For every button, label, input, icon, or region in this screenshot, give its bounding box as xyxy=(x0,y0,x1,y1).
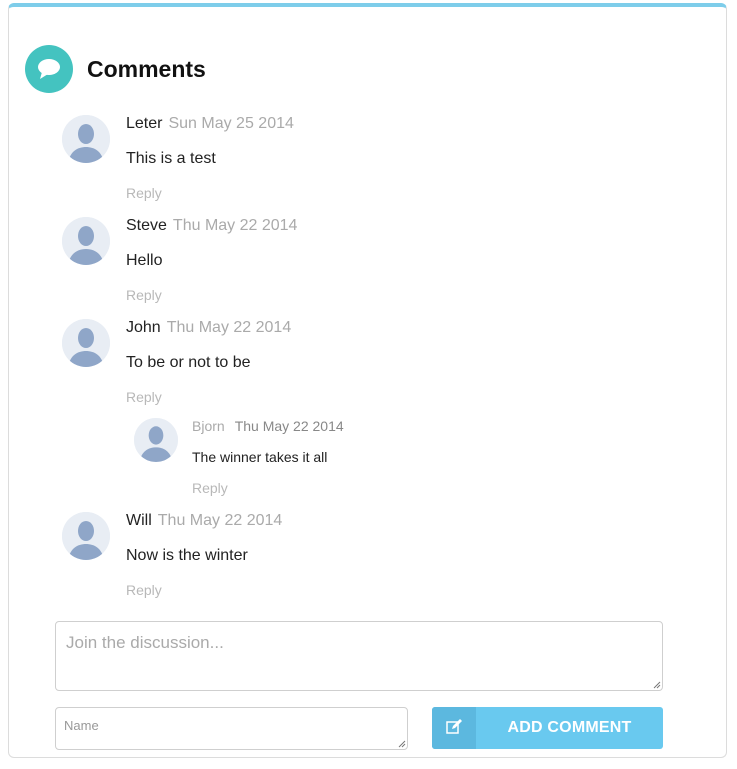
avatar xyxy=(62,217,110,265)
page-title: Comments xyxy=(87,56,206,82)
avatar xyxy=(62,512,110,560)
avatar xyxy=(62,319,110,367)
comment-header: Bjorn Thu May 22 2014 xyxy=(192,418,344,434)
comment-author: Bjorn xyxy=(192,418,225,434)
comment-textarea[interactable] xyxy=(55,621,663,691)
comment-header: John Thu May 22 2014 xyxy=(126,319,291,337)
comment-text: The winner takes it all xyxy=(192,449,328,465)
comments-panel: Comments Leter Sun May 25 2014 This is a … xyxy=(8,3,727,758)
reply-link[interactable]: Reply xyxy=(126,389,162,405)
edit-icon xyxy=(432,707,476,749)
user-silhouette-icon xyxy=(134,418,178,462)
comment-text: Hello xyxy=(126,252,163,269)
comment-author: John xyxy=(126,319,161,336)
reply-link[interactable]: Reply xyxy=(192,480,228,496)
avatar xyxy=(62,115,110,163)
reply-link[interactable]: Reply xyxy=(126,185,162,201)
comment-author: Leter xyxy=(126,115,163,132)
comment-header: Leter Sun May 25 2014 xyxy=(126,115,294,133)
comment-text: To be or not to be xyxy=(126,354,251,371)
add-comment-label: ADD COMMENT xyxy=(507,719,632,736)
name-field[interactable] xyxy=(55,707,408,750)
comment-author: Will xyxy=(126,512,152,529)
comment-date: Thu May 22 2014 xyxy=(166,319,292,336)
add-comment-button[interactable]: ADD COMMENT xyxy=(432,707,663,749)
comment-header: Will Thu May 22 2014 xyxy=(126,512,282,530)
comment-date: Sun May 25 2014 xyxy=(168,115,294,132)
comment-date: Thu May 22 2014 xyxy=(172,217,298,234)
reply-link[interactable]: Reply xyxy=(126,582,162,598)
avatar xyxy=(134,418,178,462)
speech-bubble-icon xyxy=(25,45,73,93)
user-silhouette-icon xyxy=(62,512,110,560)
reply-link[interactable]: Reply xyxy=(126,287,162,303)
comment-text: Now is the winter xyxy=(126,547,248,564)
comment-text: This is a test xyxy=(126,150,216,167)
comment-author: Steve xyxy=(126,217,167,234)
user-silhouette-icon xyxy=(62,217,110,265)
comment-date: Thu May 22 2014 xyxy=(234,418,344,434)
comment-date: Thu May 22 2014 xyxy=(157,512,283,529)
user-silhouette-icon xyxy=(62,319,110,367)
user-silhouette-icon xyxy=(62,115,110,163)
comment-header: Steve Thu May 22 2014 xyxy=(126,217,297,235)
